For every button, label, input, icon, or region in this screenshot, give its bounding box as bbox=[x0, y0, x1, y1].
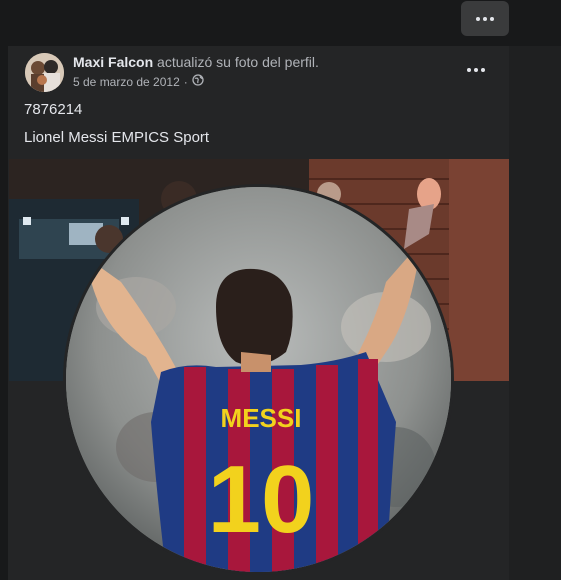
jersey-number-text: 10 bbox=[208, 446, 315, 553]
post-meta: 5 de marzo de 2012 · bbox=[73, 74, 319, 89]
top-more-options-button[interactable] bbox=[461, 1, 509, 36]
author-name[interactable]: Maxi Falcon bbox=[73, 54, 153, 70]
post-more-options-button[interactable] bbox=[458, 58, 494, 82]
jersey-name-text: MESSI bbox=[221, 403, 302, 433]
profile-photo[interactable]: MESSI 10 bbox=[63, 184, 454, 575]
post-date[interactable]: 5 de marzo de 2012 bbox=[73, 75, 180, 89]
globe-icon[interactable] bbox=[192, 74, 204, 89]
more-horizontal-icon bbox=[467, 68, 485, 72]
more-horizontal-icon bbox=[476, 16, 494, 21]
post-card: Maxi Falcon actualizó su foto del perfil… bbox=[8, 46, 509, 580]
post-header: Maxi Falcon actualizó su foto del perfil… bbox=[73, 53, 319, 89]
avatar[interactable] bbox=[25, 53, 64, 92]
post-caption-line-1: 7876214 bbox=[24, 101, 83, 118]
right-panel bbox=[509, 46, 561, 580]
avatar-image bbox=[25, 53, 64, 92]
meta-separator: · bbox=[183, 74, 188, 89]
post-title: Maxi Falcon actualizó su foto del perfil… bbox=[73, 53, 319, 71]
post-action-text: actualizó su foto del perfil. bbox=[157, 54, 319, 70]
profile-photo-image: MESSI 10 bbox=[66, 187, 451, 572]
post-caption-line-2: Lionel Messi EMPICS Sport bbox=[24, 129, 210, 146]
